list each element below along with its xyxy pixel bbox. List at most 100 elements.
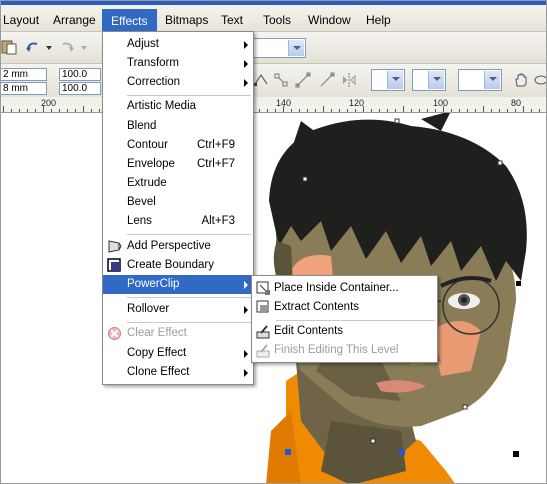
- menu-item-place-inside-container[interactable]: Place Inside Container...: [252, 279, 437, 298]
- ruler-tick: [323, 106, 324, 112]
- ruler-tick: [483, 106, 484, 112]
- menu-tools[interactable]: Tools: [263, 13, 291, 27]
- ruler-tick: [99, 109, 100, 112]
- ruler-tick: [411, 109, 412, 112]
- ruler-tick: [531, 109, 532, 112]
- menu-separator: [127, 234, 251, 235]
- menu-item-powerclip[interactable]: PowerClip: [103, 275, 253, 294]
- menu-item-label: Add Perspective: [127, 240, 211, 252]
- outline-style-dropdown[interactable]: [371, 69, 405, 91]
- menu-effects[interactable]: Effects: [102, 9, 157, 33]
- menu-help[interactable]: Help: [366, 13, 391, 27]
- menu-item-label: Bevel: [127, 196, 156, 208]
- menu-item-extract-contents[interactable]: Extract Contents: [252, 298, 437, 317]
- menu-item-label: Transform: [127, 57, 179, 69]
- menu-item-extrude[interactable]: Extrude: [103, 174, 253, 193]
- node-join-icon[interactable]: [273, 72, 289, 88]
- ruler-tick: [339, 109, 340, 112]
- menu-item-envelope[interactable]: Envelope Ctrl+F7: [103, 155, 253, 174]
- menu-item-blend[interactable]: Blend: [103, 117, 253, 136]
- menu-item-label: Lens: [127, 215, 152, 227]
- menu-item-artistic-media[interactable]: Artistic Media: [103, 97, 253, 116]
- menu-item-rollover[interactable]: Rollover: [103, 300, 253, 319]
- ruler-tick: [355, 109, 356, 112]
- menu-item-finish-editing: Finish Editing This Level: [252, 341, 437, 360]
- object-height-field[interactable]: 8 mm: [1, 82, 47, 95]
- submenu-arrow-icon: [244, 79, 248, 87]
- line-tool-icon[interactable]: [295, 72, 311, 88]
- menu-item-label: Extrude: [127, 177, 167, 189]
- line-style-dropdown[interactable]: [412, 69, 446, 91]
- menu-text[interactable]: Text: [221, 13, 243, 27]
- menu-item-create-boundary[interactable]: Create Boundary: [103, 256, 253, 275]
- menu-arrange[interactable]: Arrange: [53, 13, 96, 27]
- menu-item-add-perspective[interactable]: Add Perspective: [103, 237, 253, 256]
- mirror-tool-icon[interactable]: [341, 72, 357, 88]
- powerclip-submenu: Place Inside Container... Extract Conten…: [251, 275, 438, 363]
- menu-item-label: Correction: [127, 76, 181, 88]
- menu-item-label: Contour: [127, 139, 168, 151]
- edit-contents-icon: [256, 325, 270, 339]
- menu-item-contour[interactable]: Contour Ctrl+F9: [103, 136, 253, 155]
- hand-tool-icon[interactable]: [513, 72, 529, 88]
- ellipse-tool-icon[interactable]: [533, 72, 547, 88]
- scale-y-field[interactable]: 100.0: [59, 82, 101, 95]
- ruler-tick: [459, 109, 460, 112]
- clear-effect-icon: [108, 327, 121, 340]
- undo-icon[interactable]: [25, 39, 41, 55]
- paste-icon[interactable]: [1, 39, 17, 55]
- menu-item-transform[interactable]: Transform: [103, 54, 253, 73]
- property-bar: 2 mm 8 mm 100.0 100.0: [1, 64, 546, 98]
- ruler-tick: [379, 109, 380, 112]
- extract-contents-icon: [256, 300, 269, 313]
- end-arrow-dropdown[interactable]: [458, 69, 502, 91]
- menu-item-label: Copy Effect: [127, 347, 187, 359]
- scale-x-field[interactable]: 100.0: [59, 68, 101, 81]
- ruler-tick: [83, 106, 84, 112]
- menu-item-edit-contents[interactable]: Edit Contents: [252, 322, 437, 341]
- menu-item-label: Create Boundary: [127, 259, 214, 271]
- ruler-tick: [51, 109, 52, 112]
- object-width-field[interactable]: 2 mm: [1, 68, 47, 81]
- submenu-arrow-icon: [244, 350, 248, 358]
- menu-item-label: Blend: [127, 120, 157, 132]
- menu-item-label: Artistic Media: [127, 100, 197, 112]
- undo-dropdown-icon[interactable]: [46, 46, 52, 50]
- ruler-tick: [3, 106, 4, 112]
- ruler-tick: [435, 109, 436, 112]
- submenu-arrow-icon: [244, 281, 248, 289]
- ruler-tick: [387, 109, 388, 112]
- menu-item-label: Place Inside Container...: [274, 282, 399, 294]
- menu-item-lens[interactable]: Lens Alt+F3: [103, 212, 253, 231]
- menu-item-label: Extract Contents: [274, 301, 360, 313]
- shape-tool-icon[interactable]: [253, 72, 269, 88]
- ruler-tick: [515, 109, 516, 112]
- menu-separator: [276, 320, 435, 321]
- submenu-arrow-icon: [244, 306, 248, 314]
- menu-window[interactable]: Window: [308, 13, 351, 27]
- menu-item-label: Edit Contents: [274, 325, 344, 337]
- menu-item-clone-effect[interactable]: Clone Effect: [103, 363, 253, 382]
- menu-bitmaps[interactable]: Bitmaps: [165, 13, 208, 27]
- zoom-level-dropdown[interactable]: [251, 38, 306, 58]
- submenu-arrow-icon: [244, 41, 248, 49]
- submenu-arrow-icon: [244, 369, 248, 377]
- ruler-tick: [451, 109, 452, 112]
- menu-item-copy-effect[interactable]: Copy Effect: [103, 344, 253, 363]
- redo-dropdown-icon: [81, 46, 87, 50]
- ruler-tick: [371, 109, 372, 112]
- ruler-tick: [475, 109, 476, 112]
- menu-item-adjust[interactable]: Adjust: [103, 35, 253, 54]
- redo-icon: [62, 42, 74, 52]
- diagonal-tool-icon[interactable]: [319, 72, 335, 88]
- menu-item-label: Rollover: [127, 303, 170, 315]
- ruler-tick: [427, 109, 428, 112]
- shortcut-label: Ctrl+F9: [196, 139, 235, 151]
- menu-item-correction[interactable]: Correction: [103, 73, 253, 92]
- menu-item-bevel[interactable]: Bevel: [103, 193, 253, 212]
- menu-layout[interactable]: Layout: [3, 13, 39, 27]
- ruler-tick: [523, 106, 524, 112]
- menu-separator: [127, 322, 251, 323]
- ruler-tick: [403, 106, 404, 112]
- ruler-label: 100: [433, 98, 449, 108]
